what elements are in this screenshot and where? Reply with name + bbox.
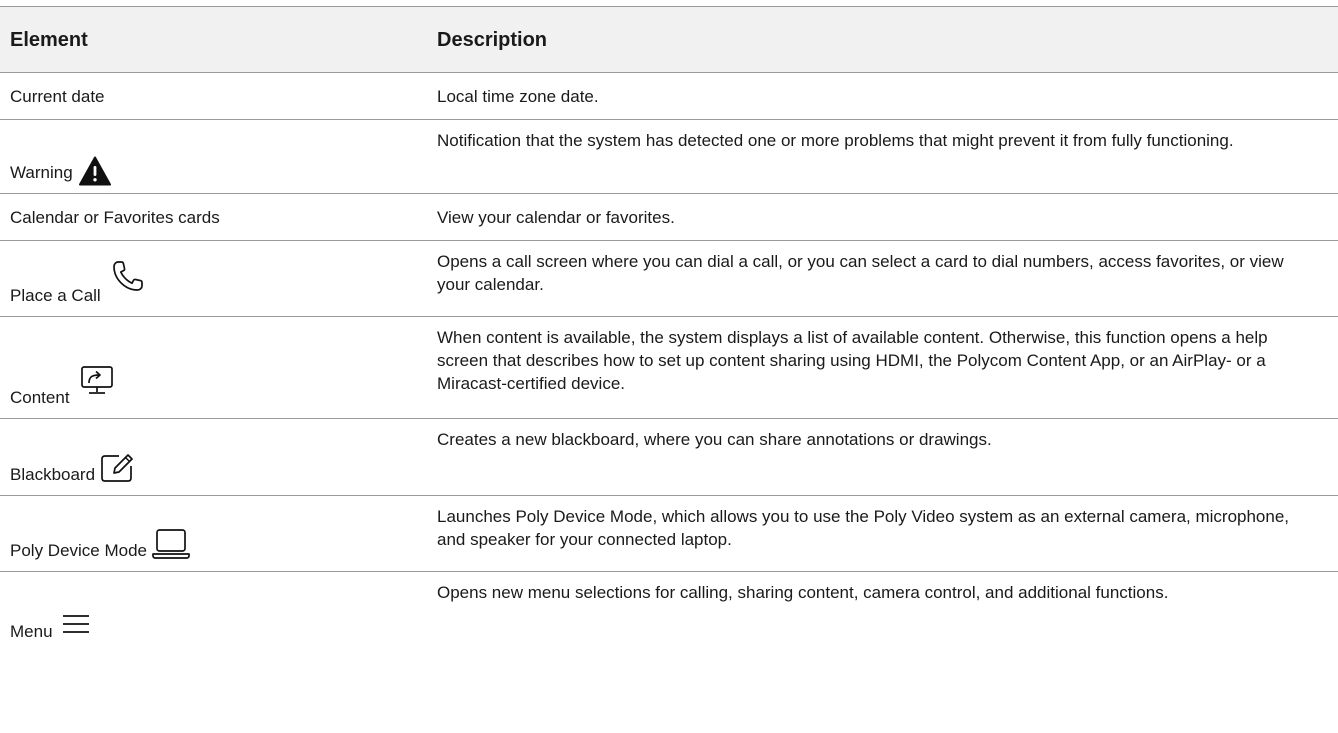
header-element: Element [10, 28, 88, 51]
element-label: Warning [10, 163, 73, 182]
element-cell: Poly Device Mode [0, 496, 430, 571]
element-label: Current date [10, 86, 105, 106]
laptop-icon [151, 528, 191, 560]
table-row: Current date Local time zone date. [0, 73, 1338, 120]
element-cell: Warning [0, 120, 430, 193]
table-row: Poly Device Mode Launches Poly Device Mo… [0, 496, 1338, 572]
element-label: Menu [10, 622, 53, 641]
description-cell: Local time zone date. [437, 86, 599, 106]
table-row: Menu Opens new menu selections for calli… [0, 572, 1338, 652]
table-row: Content When content is available, the s… [0, 317, 1338, 419]
warning-icon [78, 156, 111, 186]
description-cell: When content is available, the system di… [437, 328, 1268, 393]
description-cell: Creates a new blackboard, where you can … [437, 430, 992, 449]
element-label: Calendar or Favorites cards [10, 207, 220, 227]
menu-icon [61, 613, 91, 635]
table-row: Place a Call Opens a call screen where y… [0, 241, 1338, 317]
element-description-table: Element Description Current date Local t… [0, 6, 1338, 652]
element-cell: Place a Call [0, 241, 430, 316]
element-cell: Blackboard [0, 419, 430, 495]
element-label: Place a Call [10, 286, 101, 305]
element-cell: Content [0, 317, 430, 418]
table-header-row: Element Description [0, 7, 1338, 73]
content-share-icon [80, 365, 114, 397]
description-cell: View your calendar or favorites. [437, 207, 675, 227]
table-row: Warning Notification that the system has… [0, 120, 1338, 194]
phone-icon [111, 259, 145, 293]
element-label: Blackboard [10, 465, 96, 484]
description-cell: Notification that the system has detecte… [437, 131, 1234, 150]
element-label: Content [10, 388, 70, 407]
blackboard-icon [99, 452, 135, 484]
table-row: Blackboard Creates a new blackboard, whe… [0, 419, 1338, 496]
element-cell: Calendar or Favorites cards [0, 194, 430, 240]
element-cell: Current date [0, 73, 430, 119]
description-cell: Opens new menu selections for calling, s… [437, 583, 1169, 602]
table-row: Calendar or Favorites cards View your ca… [0, 194, 1338, 241]
header-description: Description [437, 28, 548, 51]
element-cell: Menu [0, 572, 430, 652]
element-label: Poly Device Mode [10, 541, 148, 560]
description-cell: Launches Poly Device Mode, which allows … [437, 507, 1290, 549]
description-cell: Opens a call screen where you can dial a… [437, 252, 1284, 294]
